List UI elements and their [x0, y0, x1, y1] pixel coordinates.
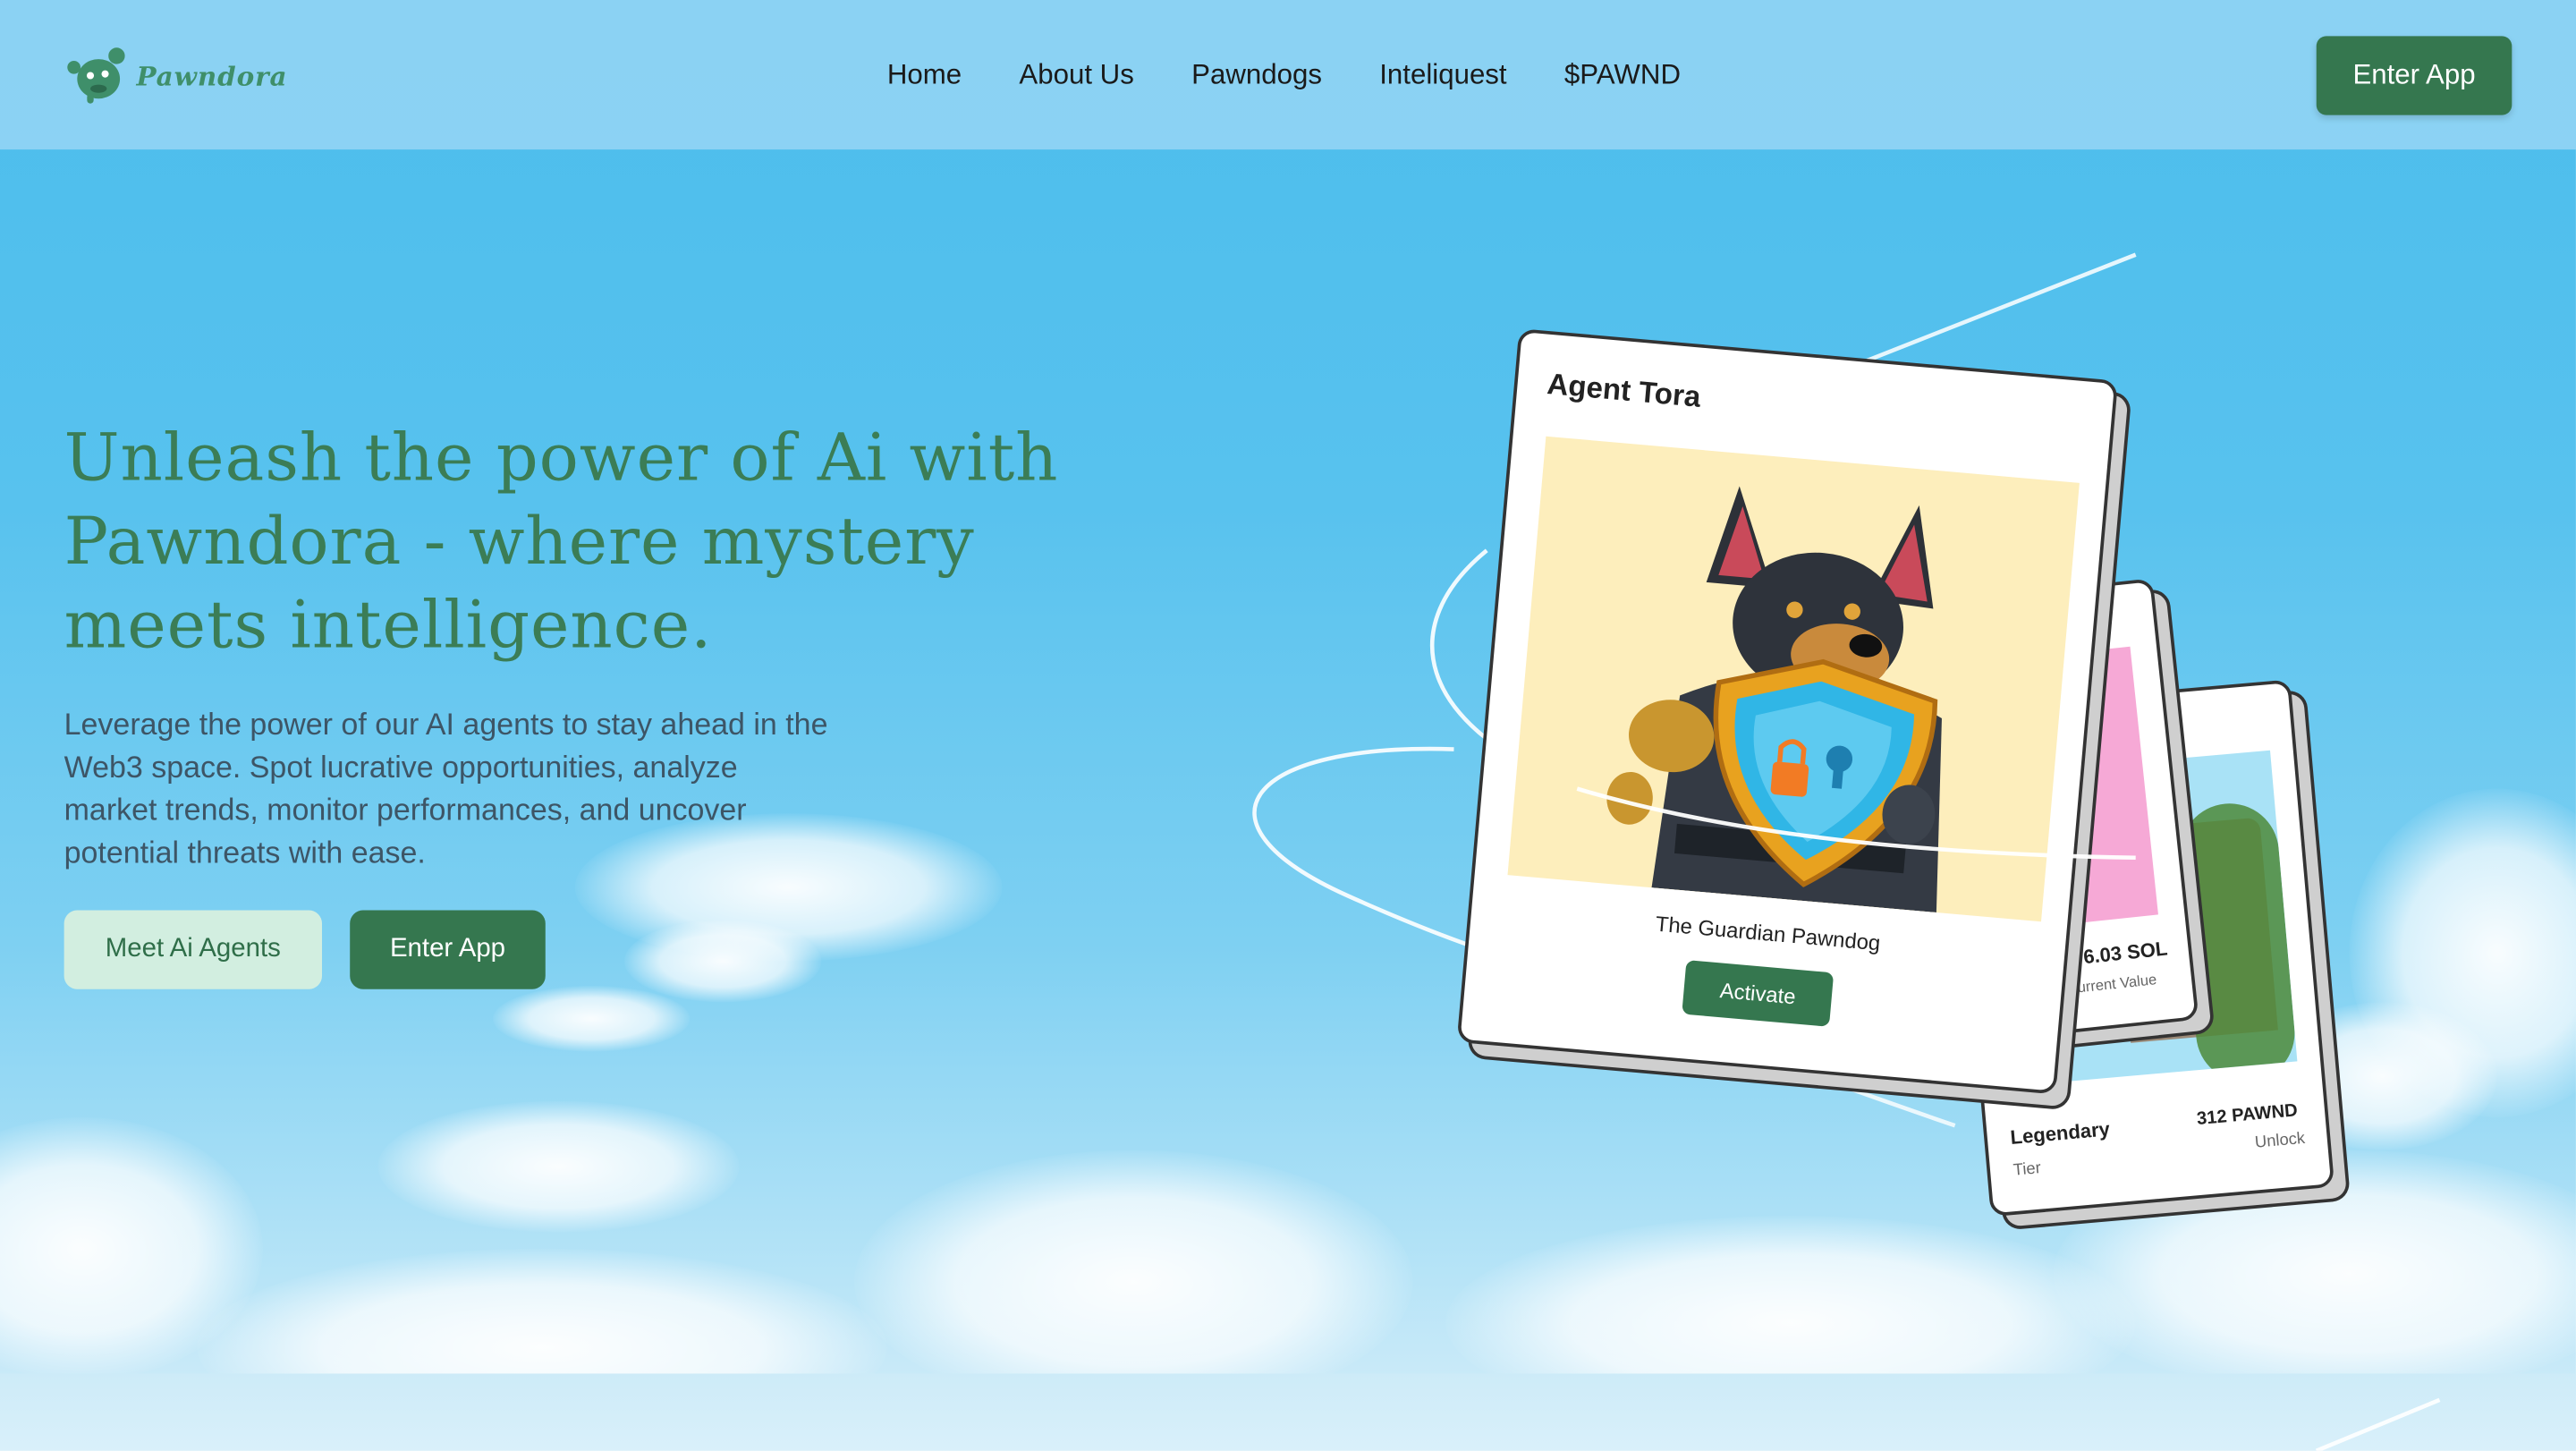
card-title: Agent Tora [1546, 367, 1702, 414]
brand-logo[interactable]: Pawndora [64, 46, 288, 105]
bottom-band [0, 1373, 2576, 1451]
cloud [377, 1100, 740, 1233]
meet-ai-agents-button[interactable]: Meet Ai Agents [64, 910, 322, 989]
hero-subtext: Leverage the power of our AI agents to s… [64, 706, 828, 870]
card-price-label: Unlock [2254, 1130, 2306, 1153]
card-price-value: 312 PAWND [2196, 1100, 2299, 1130]
nav-item-about-us[interactable]: About Us [1019, 59, 1133, 92]
cloud [623, 920, 822, 1003]
card-tier-value: Legendary [2009, 1117, 2111, 1150]
site-header: Pawndora Home About Us Pawndogs Inteliqu… [0, 0, 2576, 150]
nav-item-pawnd[interactable]: $PAWND [1564, 59, 1681, 92]
agent-card-tora[interactable]: Agent Tora The Guardian Pawndog Activate [1456, 328, 2119, 1095]
nav-item-inteliquest[interactable]: Inteliquest [1379, 59, 1506, 92]
card-value: 6.03 SOL [2081, 937, 2169, 969]
guardian-pawndog-illustration [1507, 436, 2080, 922]
brand-name: Pawndora [136, 60, 288, 91]
pawndora-logo-icon [67, 47, 125, 104]
hero-headline: Unleash the power of Ai with Pawndora - … [64, 420, 1059, 665]
card-tier-label: Tier [2012, 1159, 2042, 1181]
cloud [493, 986, 691, 1052]
nav-item-pawndogs[interactable]: Pawndogs [1191, 59, 1322, 92]
header-enter-app-button[interactable]: Enter App [2316, 36, 2512, 115]
activate-button[interactable]: Activate [1682, 960, 1835, 1027]
card-value-label: Current Value [2065, 971, 2158, 997]
nav-item-home[interactable]: Home [887, 59, 962, 92]
main-nav: Home About Us Pawndogs Inteliquest $PAWN… [887, 59, 1681, 92]
page: Pawndora Home About Us Pawndogs Inteliqu… [0, 0, 2576, 1451]
hero-enter-app-button[interactable]: Enter App [350, 910, 546, 989]
